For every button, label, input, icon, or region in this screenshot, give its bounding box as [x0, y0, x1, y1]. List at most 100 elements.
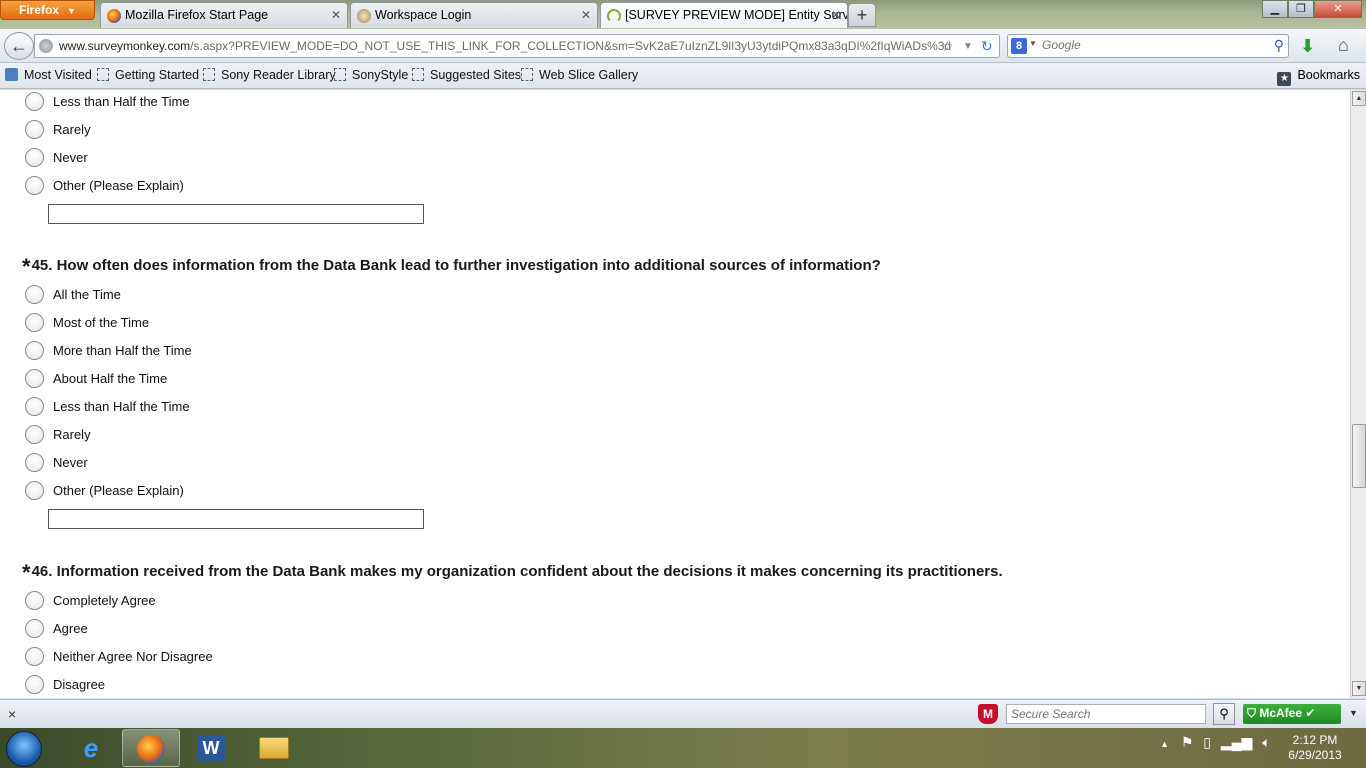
surveymonkey-icon [607, 9, 621, 23]
system-tray: ▲ ⚑ ▯ ▂▄▆ 🔈︎ [1160, 734, 1271, 751]
radio-button[interactable] [25, 285, 44, 304]
maximize-button[interactable]: ❐ [1288, 0, 1314, 18]
q45-other-explain-field[interactable] [48, 509, 424, 529]
vertical-scrollbar[interactable]: ▲ ▼ [1350, 90, 1366, 698]
download-icon[interactable]: ⬇ [1300, 36, 1315, 57]
back-button[interactable]: ← [4, 32, 34, 60]
close-icon[interactable]: ✕ [331, 8, 341, 22]
radio-button[interactable] [25, 313, 44, 332]
volume-icon[interactable]: 🔈︎ [1262, 734, 1270, 750]
scrollbar-thumb[interactable] [1352, 424, 1366, 488]
device-icon[interactable]: ▯ [1203, 734, 1211, 750]
option-label: Less than Half the Time [53, 399, 190, 414]
new-tab-button[interactable]: + [848, 3, 876, 27]
radio-button[interactable] [25, 92, 44, 111]
radio-button[interactable] [25, 453, 44, 472]
radio-button[interactable] [25, 619, 44, 638]
radio-button[interactable] [25, 120, 44, 139]
radio-button[interactable] [25, 148, 44, 167]
option-label: Neither Agree Nor Disagree [53, 649, 213, 664]
option-label: Rarely [53, 427, 91, 442]
system-clock[interactable]: 2:12 PM 6/29/2013 [1280, 733, 1350, 763]
home-icon[interactable]: ⌂ [1338, 35, 1349, 56]
search-bar[interactable]: 8 ▼ ⚲ [1007, 34, 1289, 58]
show-hidden-icons-icon[interactable]: ▲ [1160, 739, 1169, 749]
prev-other-explain-field[interactable] [48, 204, 424, 224]
history-dropdown-icon[interactable]: ▼ [963, 41, 973, 52]
tab-title: Mozilla Firefox Start Page [125, 8, 269, 22]
tab-survey-preview[interactable]: [SURVEY PREVIEW MODE] Entity Surv... ✕ [600, 2, 848, 28]
option-label: Rarely [53, 122, 91, 137]
bookmark-label: Sony Reader Library [221, 68, 336, 82]
bookmark-label: SonyStyle [352, 68, 409, 82]
radio-button[interactable] [25, 397, 44, 416]
search-icon[interactable]: ⚲ [1274, 37, 1284, 54]
taskbar-explorer[interactable] [245, 729, 303, 767]
bookmark-web-slice-gallery[interactable]: Web Slice Gallery [521, 68, 638, 82]
close-icon[interactable]: × [8, 706, 16, 722]
firefox-icon [137, 735, 165, 763]
question-text: 46. Information received from the Data B… [31, 563, 1003, 580]
bookmark-sony-reader-library[interactable]: Sony Reader Library [203, 68, 336, 82]
radio-button[interactable] [25, 176, 44, 195]
url-domain: www.surveymonkey.com [59, 39, 191, 53]
google-icon[interactable]: 8 [1011, 38, 1027, 54]
bookmark-most-visited[interactable]: Most Visited [5, 68, 92, 82]
windows-start-button[interactable] [6, 731, 42, 767]
page-icon [521, 68, 533, 81]
bookmarks-toolbar: Most Visited Getting Started Sony Reader… [0, 63, 1366, 89]
page-icon [97, 68, 109, 81]
bookmarks-star-icon: ★ [1277, 72, 1292, 86]
option-label: Never [53, 150, 88, 165]
radio-button[interactable] [25, 341, 44, 360]
tab-title: Workspace Login [375, 8, 472, 22]
radio-button[interactable] [25, 675, 44, 694]
secure-search-input[interactable] [1006, 704, 1206, 724]
close-window-button[interactable]: ✕ [1314, 0, 1362, 18]
reload-icon[interactable]: ↻ [981, 38, 993, 55]
tab-title: [SURVEY PREVIEW MODE] Entity Surv... [625, 8, 848, 22]
bookmark-getting-started[interactable]: Getting Started [97, 68, 199, 82]
option-label: Completely Agree [53, 593, 156, 608]
option-label: Agree [53, 621, 88, 636]
windows-taskbar: e W ▲ ⚑ ▯ ▂▄▆ 🔈︎ 2:12 PM 6/29/2013 [0, 728, 1366, 768]
action-center-flag-icon[interactable]: ⚑ [1181, 734, 1194, 750]
folder-icon [259, 737, 289, 759]
chevron-down-icon[interactable]: ▼ [1349, 708, 1358, 718]
address-bar[interactable]: www.surveymonkey.com/s.aspx?PREVIEW_MODE… [34, 34, 1000, 58]
close-icon[interactable]: ✕ [831, 8, 841, 22]
survey-page: Less than Half the Time Rarely Never Oth… [0, 90, 1350, 698]
url-text[interactable]: www.surveymonkey.com/s.aspx?PREVIEW_MODE… [59, 39, 951, 53]
bookmarks-menu-button[interactable]: ★ Bookmarks [1277, 68, 1360, 86]
page-icon [357, 9, 371, 23]
taskbar-firefox[interactable] [122, 729, 180, 767]
search-icon[interactable]: ⚲ [1213, 703, 1235, 725]
radio-button[interactable] [25, 481, 44, 500]
radio-button[interactable] [25, 369, 44, 388]
firefox-menu-button[interactable]: Firefox ▼ [0, 0, 95, 20]
search-input[interactable] [1042, 38, 1262, 52]
radio-button[interactable] [25, 425, 44, 444]
bookmark-label: Suggested Sites [430, 68, 522, 82]
bookmark-star-icon[interactable]: ☆ [941, 38, 954, 55]
chevron-down-icon[interactable]: ▼ [1029, 39, 1037, 48]
check-icon: ✔ [1302, 706, 1316, 720]
clock-date: 6/29/2013 [1288, 748, 1342, 762]
bookmark-suggested-sites[interactable]: Suggested Sites [412, 68, 521, 82]
radio-button[interactable] [25, 647, 44, 666]
internet-explorer-icon[interactable]: e [62, 729, 120, 767]
tab-firefox-start[interactable]: Mozilla Firefox Start Page ✕ [100, 2, 348, 28]
option-label: Disagree [53, 677, 106, 692]
tab-workspace-login[interactable]: Workspace Login ✕ [350, 2, 598, 28]
minimize-button[interactable]: ▁ [1262, 0, 1288, 18]
close-icon[interactable]: ✕ [581, 8, 591, 22]
scroll-up-arrow[interactable]: ▲ [1352, 91, 1366, 106]
addon-bar: × M ⚲ ⛉ McAfee ✔ ▼ [0, 699, 1366, 728]
taskbar-word[interactable]: W [182, 729, 240, 767]
mcafee-status-button[interactable]: ⛉ McAfee ✔ [1243, 704, 1341, 724]
bookmark-sonystyle[interactable]: SonyStyle [334, 68, 408, 82]
network-signal-icon[interactable]: ▂▄▆ [1221, 734, 1252, 750]
mcafee-shield-icon[interactable]: M [978, 704, 998, 724]
radio-button[interactable] [25, 591, 44, 610]
scroll-down-arrow[interactable]: ▼ [1352, 681, 1366, 696]
